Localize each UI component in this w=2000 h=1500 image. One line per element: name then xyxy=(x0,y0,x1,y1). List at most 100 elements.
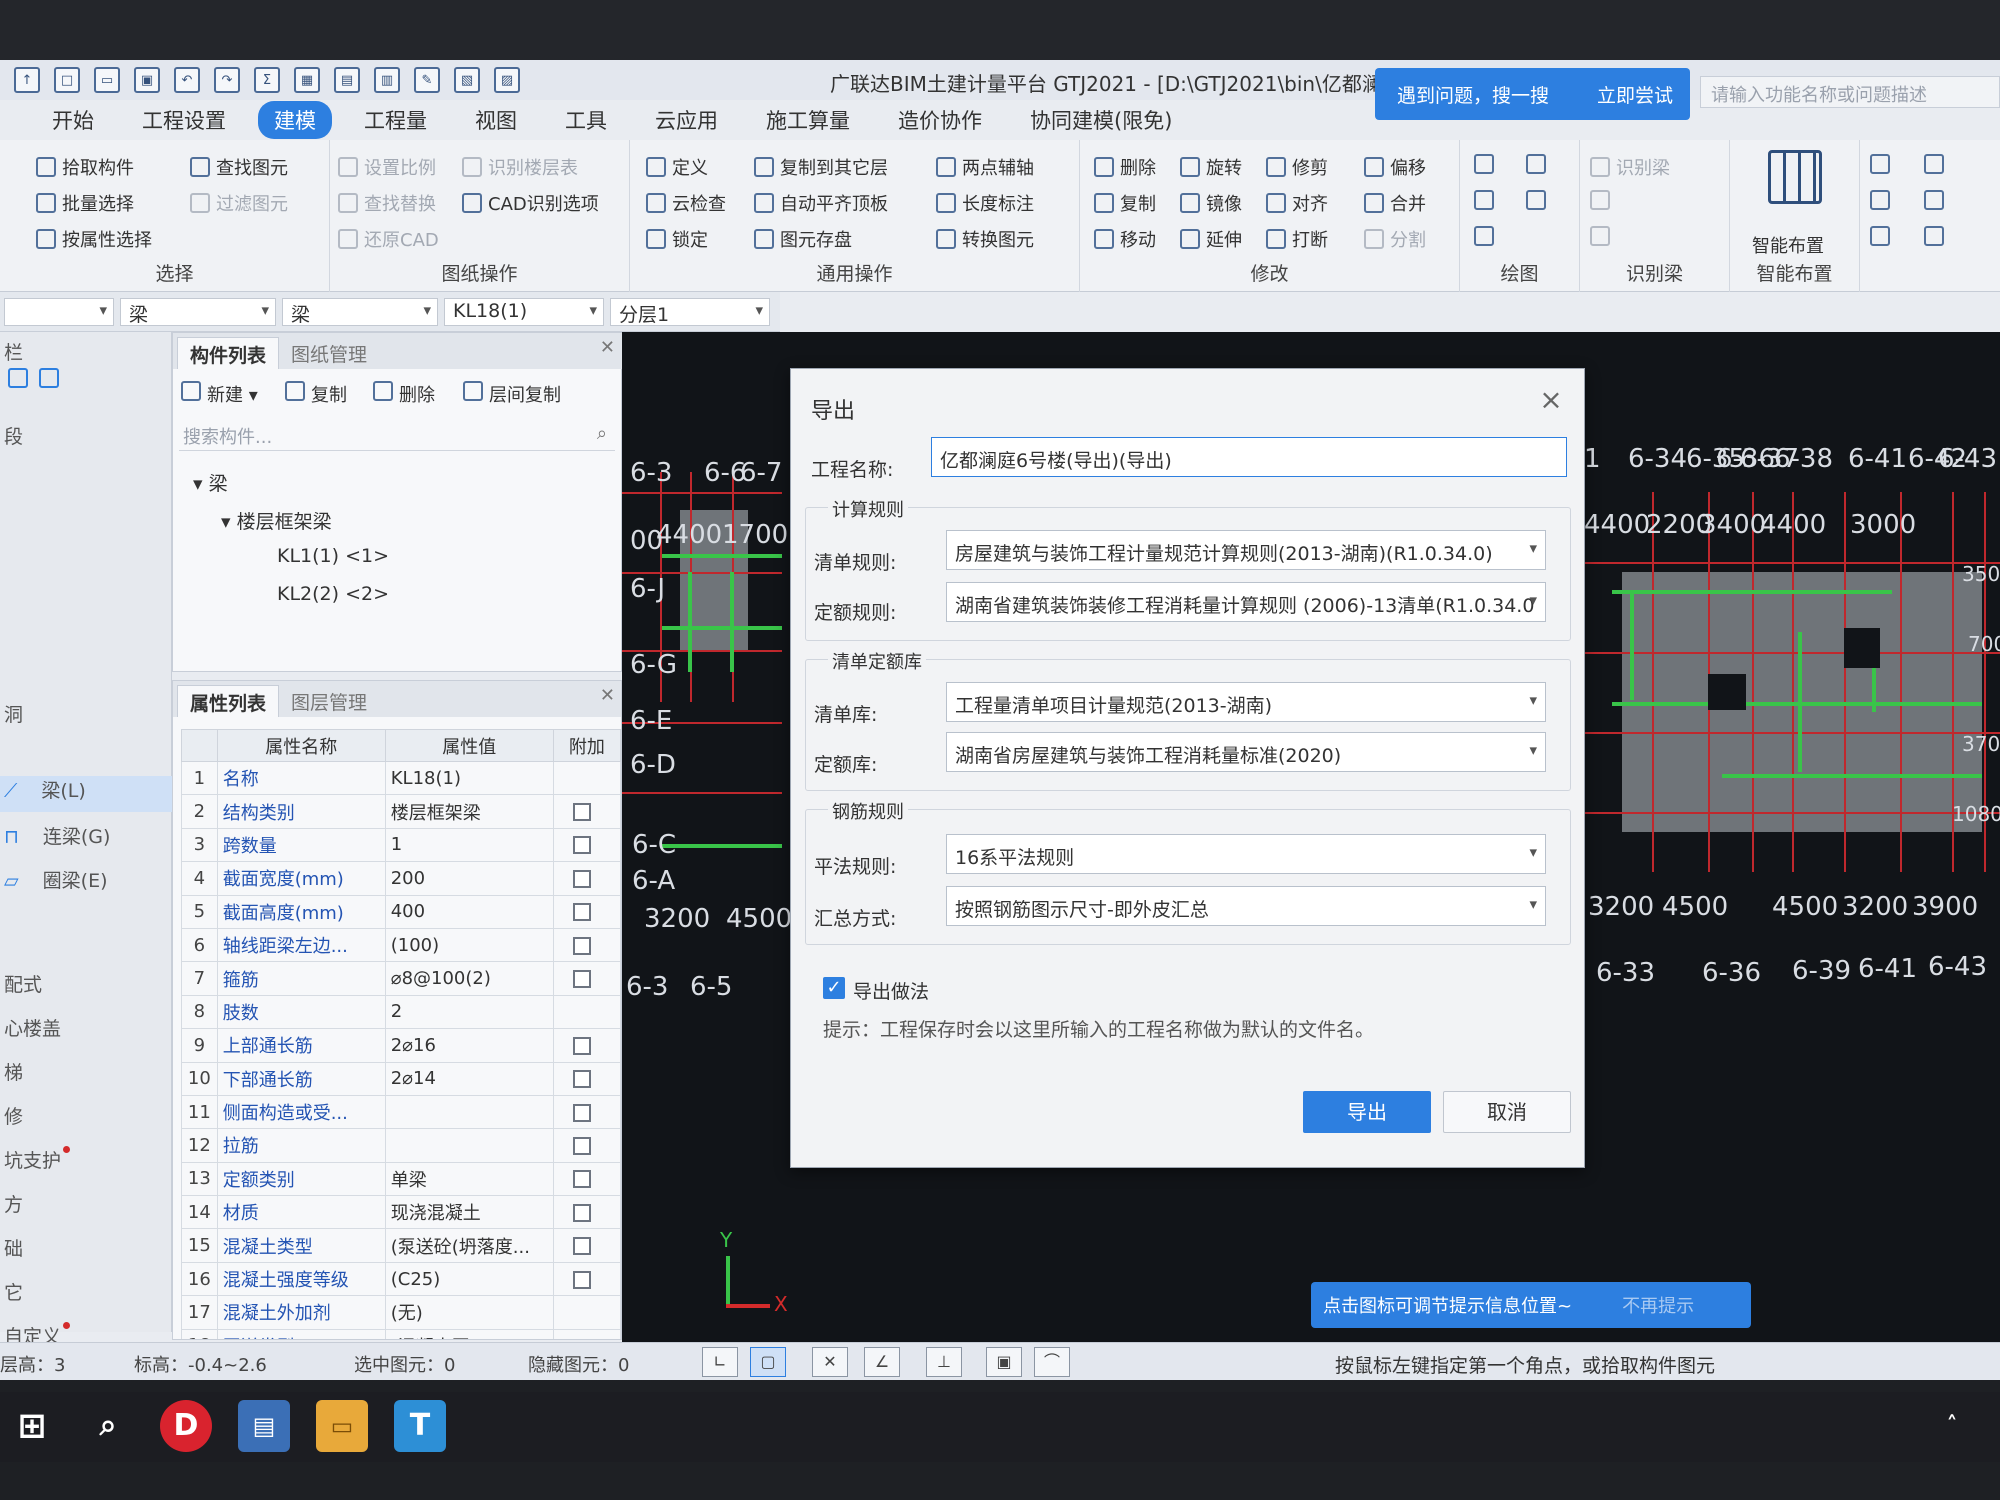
menu-tab-view[interactable]: 视图 xyxy=(459,101,533,139)
extra-checkbox[interactable] xyxy=(572,836,591,855)
property-row[interactable]: 1 名称 KL18(1) xyxy=(181,760,621,796)
align-button[interactable]: 对齐 xyxy=(1266,190,1328,216)
offset-button[interactable]: 偏移 xyxy=(1364,154,1426,180)
auto-align-slab-button[interactable]: 自动平齐顶板 xyxy=(754,190,888,216)
identify-beam-tool-3[interactable] xyxy=(1590,226,1616,246)
extra-checkbox[interactable] xyxy=(572,1036,591,1055)
nav-item-finishing[interactable]: 修 xyxy=(0,1102,172,1138)
extra-checkbox[interactable] xyxy=(572,1070,591,1089)
summary-method-select[interactable]: 按照钢筋图示尺寸-即外皮汇总 xyxy=(946,886,1546,926)
extra-checkbox[interactable] xyxy=(572,1203,591,1222)
nav-item-segment[interactable]: 段 xyxy=(0,422,172,458)
smart-layout-icon[interactable] xyxy=(1768,150,1822,204)
component-search-input[interactable]: 搜索构件... xyxy=(179,419,615,451)
restore-cad-button[interactable]: 还原CAD xyxy=(338,226,439,252)
ruler-icon[interactable]: ▧ xyxy=(454,67,480,93)
extra-tool-3[interactable] xyxy=(1870,190,1896,210)
tab-layer-management[interactable]: 图层管理 xyxy=(279,685,379,717)
property-row[interactable]: 18泵送类型(混凝土泵) xyxy=(181,1328,621,1339)
draw-arc-button[interactable] xyxy=(1474,226,1500,246)
close-panel-icon[interactable]: ✕ xyxy=(600,685,615,706)
draw-rect-button[interactable] xyxy=(1526,190,1552,210)
extra-checkbox[interactable] xyxy=(572,903,591,922)
identify-beam-button[interactable]: 识别梁 xyxy=(1590,154,1670,180)
property-value[interactable]: (100) xyxy=(384,927,554,963)
property-value[interactable]: 现浇混凝土 xyxy=(384,1195,554,1230)
extend-button[interactable]: 延伸 xyxy=(1180,226,1242,252)
new-file-icon[interactable]: □ xyxy=(54,67,80,93)
copy-between-floors-button[interactable]: 层间复制 xyxy=(463,381,561,407)
nav-item-prefab[interactable]: 配式 xyxy=(0,970,172,1006)
nav-item-foundation[interactable]: 础 xyxy=(0,1234,172,1270)
category-selector[interactable]: 梁 xyxy=(120,298,276,326)
property-value[interactable]: 200 xyxy=(384,861,554,896)
tray-chevron-icon[interactable]: ˄ xyxy=(1926,1400,1978,1452)
list-rule-select[interactable]: 房屋建筑与装饰工程计量规范计算规则(2013-湖南)(R1.0.34.0) xyxy=(946,530,1546,570)
property-row[interactable]: 16 混凝土强度等级 (C25) xyxy=(181,1261,621,1297)
property-row[interactable]: 2 结构类别 楼层框架梁 xyxy=(181,794,621,829)
menu-tab-construction[interactable]: 施工算量 xyxy=(750,101,866,139)
app-d-icon[interactable]: D xyxy=(160,1400,212,1452)
close-panel-icon[interactable]: ✕ xyxy=(600,337,615,358)
gtj-app-icon[interactable]: T xyxy=(394,1400,446,1452)
type-selector[interactable]: 梁 xyxy=(282,298,438,326)
list-library-select[interactable]: 工程量清单项目计量规范(2013-湖南) xyxy=(946,682,1546,722)
property-value[interactable]: (无) xyxy=(384,1295,554,1330)
copy-to-other-floor-button[interactable]: 复制到其它层 xyxy=(754,154,888,180)
copy-component-button[interactable]: 复制 xyxy=(285,381,347,407)
copy-button[interactable]: 复制 xyxy=(1094,190,1156,216)
property-row[interactable]: 17 混凝土外加剂 (无) xyxy=(181,1295,621,1330)
nav-item-opening[interactable]: 洞 xyxy=(0,700,172,736)
extra-checkbox[interactable] xyxy=(572,1136,591,1155)
edit-icon[interactable]: ✎ xyxy=(414,67,440,93)
menu-tab-modeling[interactable]: 建模 xyxy=(258,101,332,139)
identify-beam-tool-2[interactable] xyxy=(1590,190,1616,210)
calc-icon[interactable]: ▥ xyxy=(374,67,400,93)
filter-element-button[interactable]: 过滤图元 xyxy=(190,190,288,216)
property-value[interactable]: 1 xyxy=(384,827,554,863)
property-row[interactable]: 14 材质 现浇混凝土 xyxy=(181,1195,621,1230)
nav-item-pit-support[interactable]: 坑支护 xyxy=(0,1146,172,1182)
property-row[interactable]: 7 箍筋 ⌀8@100(2) xyxy=(181,961,621,996)
lock-button[interactable]: 锁定 xyxy=(646,226,708,252)
two-point-axis-button[interactable]: 两点辅轴 xyxy=(936,154,1034,180)
property-value[interactable]: 2 xyxy=(384,994,554,1030)
property-value[interactable]: (混凝土泵) xyxy=(384,1328,554,1339)
function-search-input[interactable]: 请输入功能名称或问题描述 xyxy=(1700,76,2000,108)
mirror-button[interactable]: 镜像 xyxy=(1180,190,1242,216)
table-icon[interactable]: ▤ xyxy=(334,67,360,93)
property-value[interactable]: 单梁 xyxy=(384,1161,554,1197)
menu-tab-tools[interactable]: 工具 xyxy=(549,101,623,139)
file-explorer-icon[interactable]: ▭ xyxy=(316,1400,368,1452)
layer-selector[interactable]: 分层1 xyxy=(610,298,770,326)
tree-item-kl1[interactable]: KL1(1) <1> xyxy=(277,545,389,567)
menu-tab-collab-modeling[interactable]: 协同建模(限免) xyxy=(1014,101,1188,139)
property-value[interactable]: ⌀8@100(2) xyxy=(384,961,554,996)
tree-node-beam[interactable]: ▾ 梁 xyxy=(193,469,228,496)
delete-component-button[interactable]: 删除 xyxy=(373,381,435,407)
property-row[interactable]: 9 上部通长筋 2⌀16 xyxy=(181,1028,621,1063)
extra-tool-1[interactable] xyxy=(1870,154,1896,174)
new-component-button[interactable]: 新建 ▾ xyxy=(181,381,258,407)
tab-property-list[interactable]: 属性列表 xyxy=(177,685,280,717)
tab-component-list[interactable]: 构件列表 xyxy=(177,337,280,369)
property-value[interactable]: KL18(1) xyxy=(384,760,554,796)
menu-tab-project-settings[interactable]: 工程设置 xyxy=(126,101,242,139)
convert-element-button[interactable]: 转换图元 xyxy=(936,226,1034,252)
property-row[interactable]: 11 侧面构造或受... xyxy=(181,1094,621,1130)
tree-node-frame-beam[interactable]: ▾ 楼层框架梁 xyxy=(221,507,332,534)
extra-tool-4[interactable] xyxy=(1924,190,1950,210)
component-selector[interactable]: KL18(1) xyxy=(444,298,604,326)
layout-icon[interactable]: ▨ xyxy=(494,67,520,93)
extra-checkbox[interactable] xyxy=(572,1270,591,1289)
windows-start-icon[interactable]: ⊞ xyxy=(6,1400,58,1452)
select-by-attr-button[interactable]: 按属性选择 xyxy=(36,226,152,252)
hint-toast[interactable]: 点击图标可调节提示信息位置~ 不再提示 xyxy=(1311,1282,1751,1328)
undo-icon[interactable]: ↶ xyxy=(174,67,200,93)
delete-button[interactable]: 删除 xyxy=(1094,154,1156,180)
batch-select-button[interactable]: 批量选择 xyxy=(36,190,134,216)
define-button[interactable]: 定义 xyxy=(646,154,708,180)
save-element-button[interactable]: 图元存盘 xyxy=(754,226,852,252)
property-row[interactable]: 4 截面宽度(mm) 200 xyxy=(181,861,621,896)
angle-snap-button[interactable]: ∠ xyxy=(864,1347,900,1377)
